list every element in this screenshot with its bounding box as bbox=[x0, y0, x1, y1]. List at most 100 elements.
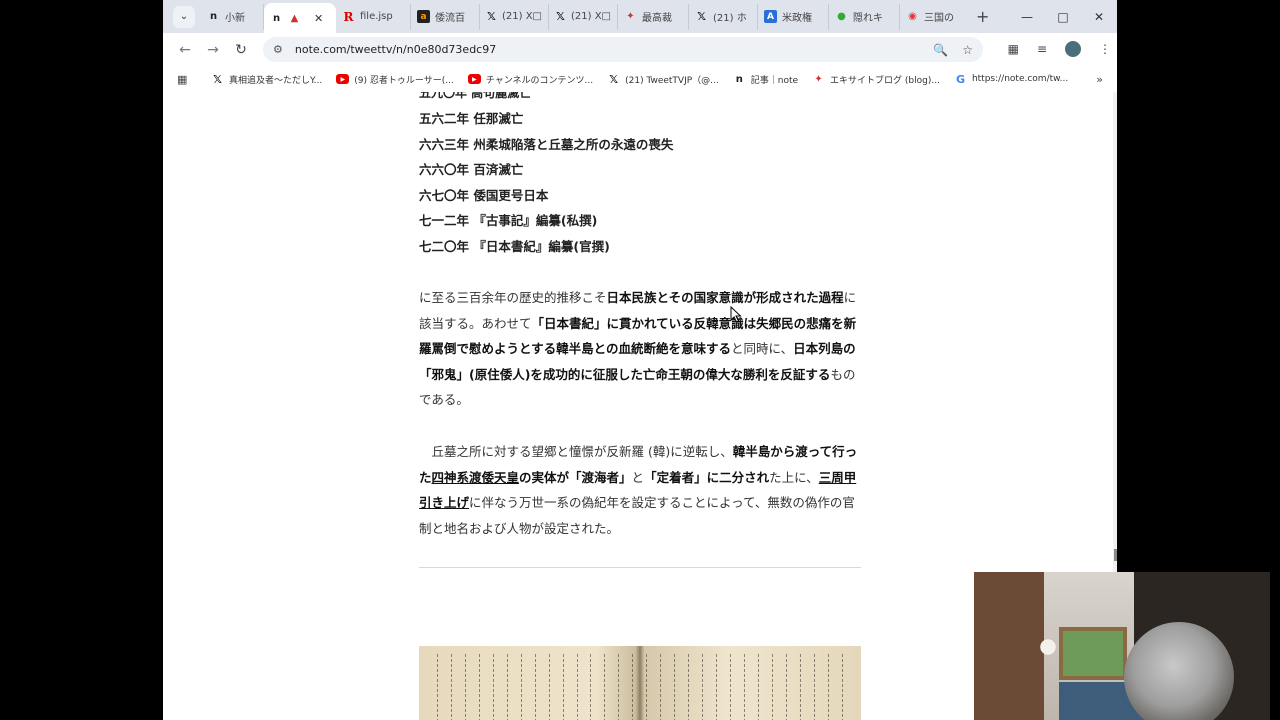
bookmark-7[interactable]: G https://note.com/tw... bbox=[954, 73, 1068, 86]
profile-avatar-icon[interactable] bbox=[1065, 41, 1081, 57]
tab-title: 隠れキ bbox=[853, 13, 883, 24]
bookmark-label: (21) TweetTVJP（@... bbox=[625, 75, 719, 86]
webcam-overlay bbox=[974, 572, 1270, 720]
bookmark-2[interactable]: ▶ (9) 忍者トゥルーサー(... bbox=[336, 73, 454, 86]
bookmark-label: チャンネルのコンテンツ... bbox=[485, 75, 594, 86]
tab-6[interactable]: 𝕏 (21) X□ bbox=[549, 3, 618, 30]
text: た上に、 bbox=[769, 469, 819, 485]
tab-title: (21) X□ bbox=[501, 11, 542, 22]
tab-10[interactable]: ● 隠れキ bbox=[829, 3, 900, 30]
tab-strip: ⌄ n 小新 n ▲ ✕ R file.jsp a 倭流百 𝕏 (21) X□ bbox=[163, 0, 1117, 33]
address-bar[interactable]: ⚙ note.com/tweettv/n/n0e80d73edc97 🔍 ☆ bbox=[263, 37, 983, 62]
zoom-icon[interactable]: 🔍 bbox=[933, 43, 948, 57]
webcam-picture-frame bbox=[1059, 627, 1127, 680]
bookmark-4[interactable]: 𝕏 (21) TweetTVJP（@... bbox=[607, 73, 719, 86]
bookmark-label: エキサイトブログ (blog)... bbox=[830, 75, 940, 86]
bookmark-label: https://note.com/tw... bbox=[971, 74, 1069, 84]
tab-title: 最高裁 bbox=[642, 13, 672, 24]
site-info-icon[interactable]: ⚙ bbox=[273, 43, 283, 56]
chronology-item: 六六〇年 百済滅亡 bbox=[419, 162, 524, 178]
x-icon: 𝕏 bbox=[697, 10, 706, 23]
bookmark-label: (9) 忍者トゥルーサー(... bbox=[354, 75, 454, 86]
back-arrow-icon[interactable]: ← bbox=[171, 42, 199, 58]
new-tab-button[interactable]: + bbox=[976, 7, 989, 26]
x-icon: 𝕏 bbox=[487, 10, 496, 23]
note-icon: n bbox=[272, 12, 281, 24]
book-page-image[interactable] bbox=[419, 646, 861, 720]
bookmark-5[interactable]: n 記事｜note bbox=[733, 73, 798, 86]
chronology-item: 七一二年 『古事記』編纂(私撰) bbox=[419, 213, 598, 229]
bookmark-label: 記事｜note bbox=[750, 75, 799, 86]
apps-grid-icon[interactable]: ▦ bbox=[177, 73, 197, 86]
paragraph-2: 丘墓之所に対する望郷と憧憬が反新羅 (韓)に逆転し、韓半島から渡って行った四神系… bbox=[419, 439, 861, 541]
tab-list: n 小新 n ▲ ✕ R file.jsp a 倭流百 𝕏 (21) X□ 𝕏 bbox=[201, 0, 989, 33]
forward-arrow-icon[interactable]: → bbox=[199, 42, 227, 58]
url-text[interactable]: note.com/tweettv/n/n0e80d73edc97 bbox=[295, 43, 496, 56]
close-tab-icon[interactable]: ✕ bbox=[314, 12, 323, 25]
loading-icon: ▲ bbox=[290, 12, 299, 24]
bold-underline-text: 四神系渡倭天皇 bbox=[432, 470, 520, 485]
tab-8[interactable]: 𝕏 (21) ホ bbox=[689, 3, 758, 30]
tab-title: 米政権 bbox=[782, 13, 812, 24]
close-window-icon[interactable]: ✕ bbox=[1081, 10, 1117, 24]
chronology-item: 六七〇年 倭国更号日本 bbox=[419, 187, 549, 203]
chronology-item: 六六三年 州柔城陥落と丘墓之所の永遠の喪失 bbox=[419, 136, 674, 152]
tab-title: (21) X□ bbox=[570, 11, 611, 22]
minimize-icon[interactable]: — bbox=[1009, 10, 1045, 24]
more-bookmarks-icon[interactable]: » bbox=[1096, 73, 1103, 86]
tab-3[interactable]: R file.jsp bbox=[336, 3, 411, 30]
text: と bbox=[631, 469, 645, 485]
tab-5[interactable]: 𝕏 (21) X□ bbox=[480, 3, 549, 30]
x-icon: 𝕏 bbox=[213, 72, 222, 86]
media-controls-icon[interactable]: ≡ bbox=[1037, 42, 1047, 56]
section-divider bbox=[419, 567, 861, 568]
r-site-icon: R bbox=[343, 9, 354, 24]
scroll-thumb[interactable] bbox=[1114, 549, 1117, 561]
text: 丘墓之所に対する望郷と憧憬が反新羅 (韓)に逆転し、 bbox=[419, 444, 733, 459]
bold-text: 日本民族とその国家意識が形成された過程 bbox=[606, 290, 844, 305]
book-text-lines bbox=[437, 654, 843, 720]
omnibox-actions: 🔍 ☆ bbox=[933, 43, 973, 57]
bold-text: 「定着者」に二分され bbox=[644, 469, 770, 485]
underline: 四神系渡倭天皇 bbox=[431, 469, 520, 485]
chevron-down-icon: ⌄ bbox=[179, 11, 189, 22]
bookmarks-bar: ▦ 𝕏 真相追及者～ただしY... ▶ (9) 忍者トゥルーサー(... ▶ チ… bbox=[163, 66, 1117, 93]
bookmark-3[interactable]: ▶ チャンネルのコンテンツ... bbox=[467, 73, 594, 86]
tab-title: 小新 bbox=[225, 13, 245, 24]
extensions-icon[interactable]: ▦ bbox=[1008, 42, 1019, 56]
bookmark-star-icon[interactable]: ☆ bbox=[962, 43, 973, 57]
chronology-cut-line: 五九〇年 高句麗滅亡 bbox=[419, 92, 532, 100]
frog-icon: ● bbox=[837, 11, 846, 22]
youtube-icon: ▶ bbox=[336, 74, 350, 84]
bookmark-6[interactable]: ✦ エキサイトブログ (blog)... bbox=[812, 73, 940, 86]
tab-7[interactable]: ✦ 最高裁 bbox=[618, 3, 689, 30]
toolbar: ← → ↻ ⚙ note.com/tweettv/n/n0e80d73edc97… bbox=[163, 33, 1117, 66]
bookmark-1[interactable]: 𝕏 真相追及者～ただしY... bbox=[211, 73, 322, 86]
tab-9[interactable]: A 米政権 bbox=[758, 3, 829, 30]
webcam-flowers bbox=[1036, 632, 1060, 662]
tab-4[interactable]: a 倭流百 bbox=[411, 3, 480, 30]
menu-kebab-icon[interactable]: ⋮ bbox=[1099, 42, 1111, 56]
amazon-icon: a bbox=[417, 10, 430, 23]
maps-pin-icon: ◉ bbox=[908, 11, 917, 22]
tab-active[interactable]: n ▲ ✕ bbox=[264, 3, 336, 33]
tab-1[interactable]: n 小新 bbox=[201, 3, 264, 30]
tab-title: (21) ホ bbox=[713, 13, 747, 24]
maximize-icon[interactable]: □ bbox=[1045, 10, 1081, 24]
excite-icon: ✦ bbox=[626, 11, 635, 22]
webcam-door bbox=[974, 572, 1044, 720]
bold-text: の実体が「渡海者」 bbox=[519, 469, 632, 485]
window-controls: — □ ✕ bbox=[1009, 0, 1117, 33]
bookmark-label: 真相追及者～ただしY... bbox=[229, 75, 323, 86]
chronology-list: 五六二年 任那滅亡 六六三年 州柔城陥落と丘墓之所の永遠の喪失 六六〇年 百済滅… bbox=[419, 106, 861, 260]
tab-11[interactable]: ◉ 三国の bbox=[900, 4, 968, 30]
tab-title: 三国の bbox=[924, 13, 954, 24]
tab-title: file.jsp bbox=[360, 11, 393, 22]
note-icon: n bbox=[735, 73, 743, 85]
tab-search-button[interactable]: ⌄ bbox=[173, 5, 195, 28]
toolbar-right: ▦ ≡ ⋮ bbox=[1008, 41, 1111, 57]
paragraph-1: に至る三百余年の歴史的推移こそ日本民族とその国家意識が形成された過程に該当する。… bbox=[419, 285, 861, 413]
tab-title: 倭流百 bbox=[435, 13, 465, 24]
reload-icon[interactable]: ↻ bbox=[227, 42, 255, 58]
chronology-item: 五六二年 任那滅亡 bbox=[419, 111, 524, 126]
